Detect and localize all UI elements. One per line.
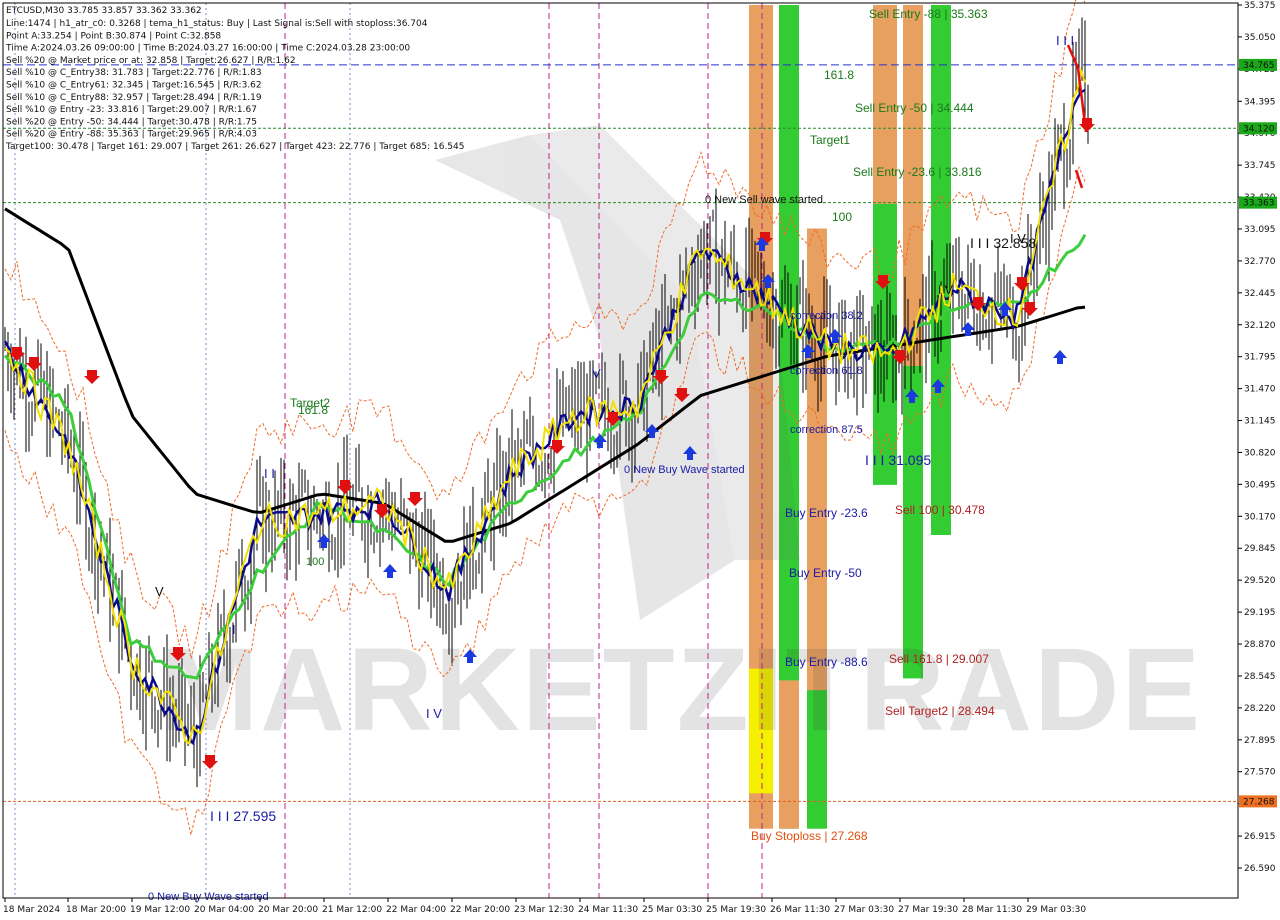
info-line: Sell %10 @ C_Entry88: 32.957 | Target:28… [6,93,262,103]
time-tick-label: 20 Mar 04:00 [194,905,254,915]
info-line: Sell %10 @ C_Entry61: 32.345 | Target:16… [6,81,262,91]
zone-bar [931,5,951,535]
info-line: Line:1474 | h1_atr_c0: 0.3268 | tema_h1_… [6,19,428,29]
price-tag-label: 27.268 [1243,797,1275,807]
level-label: Sell Entry -23.6 | 33.816 [853,165,982,179]
watermark-text: MARKETZITRADE [160,624,1202,756]
chart-root: MARKETZITRADE Sell Entry -88 | 35.363 161… [0,0,1280,920]
price-tick-label: 34.395 [1244,97,1276,107]
level-label: I V [426,706,442,721]
level-label: Sell Entry -50 | 34.444 [855,101,974,115]
level-label: I I I 31.095 [865,452,931,468]
level-label: correction 61.8 [790,365,863,377]
time-tick-label: 19 Mar 12:00 [130,905,190,915]
level-label: 100 [306,556,324,568]
level-label: Sell Entry -88 | 35.363 [869,7,988,21]
price-tick-label: 29.520 [1244,576,1276,586]
time-tick-label: 26 Mar 11:30 [770,905,830,915]
time-tick-label: 18 Mar 2024 [3,905,60,915]
info-line: Sell %20 @ Entry -50: 34.444 | Target:30… [6,117,257,127]
level-label: Buy Entry -23.6 [785,506,868,520]
info-line: Point A:33.254 | Point B:30.874 | Point … [6,31,221,41]
info-line: Sell %10 @ C_Entry38: 31.783 | Target:22… [6,68,262,78]
level-label: I I I [1056,33,1074,48]
price-tick-label: 32.120 [1244,321,1276,331]
level-label: 100 [832,210,852,224]
level-label: 0 New Buy Wave started [148,891,269,903]
price-tick-label: 26.915 [1244,832,1276,842]
time-tick-label: 27 Mar 19:30 [898,905,958,915]
info-line: Time A:2024.03.26 09:00:00 | Time B:2024… [5,44,410,54]
level-label: Sell 100 | 30.478 [895,503,985,517]
level-label: correction 87.5 [790,424,863,436]
level-label: I V [1010,231,1026,246]
price-tag-label: 34.765 [1243,61,1275,71]
price-tick-label: 27.895 [1244,736,1276,746]
price-tick-label: 32.770 [1244,257,1276,267]
level-label: Sell Target2 | 28.494 [885,704,995,718]
price-tick-label: 26.590 [1244,864,1276,874]
price-tag-label: 34.120 [1243,124,1275,134]
level-label: 0 New Buy Wave started [624,464,745,476]
level-label: 161.8 [824,68,854,82]
level-label: V [155,584,164,599]
price-tag-label: 33.363 [1243,199,1275,209]
level-label: Buy Entry -88.6 [785,655,868,669]
info-line: Sell %20 @ Entry -88: 35.363 | Target:29… [6,130,257,140]
price-tick-label: 33.745 [1244,161,1276,171]
price-tick-label: 31.145 [1244,417,1276,427]
time-tick-label: 23 Mar 12:30 [514,905,574,915]
level-label: I V [938,283,953,297]
time-tick-label: 24 Mar 11:30 [578,905,638,915]
time-tick-label: 22 Mar 04:00 [386,905,446,915]
time-tick-label: 21 Mar 12:00 [322,905,382,915]
price-tick-label: 35.375 [1244,1,1276,11]
price-tick-label: 31.795 [1244,353,1276,363]
level-label: Target1 [810,133,850,147]
price-tick-label: 27.570 [1244,768,1276,778]
price-tick-label: 31.470 [1244,385,1276,395]
price-tick-label: 29.845 [1244,544,1276,554]
price-tick-label: 30.495 [1244,480,1276,490]
price-chart: MARKETZITRADE Sell Entry -88 | 35.363 161… [0,0,1280,920]
level-label: correction 38.2 [790,310,863,322]
level-label: 161.8 [298,403,328,417]
level-label: Sell 161.8 | 29.007 [889,652,989,666]
time-tick-label: 29 Mar 03:30 [1026,905,1086,915]
price-tick-label: 35.050 [1244,33,1276,43]
price-tick-label: 29.195 [1244,608,1276,618]
info-line: Target100: 30.478 | Target 161: 29.007 |… [5,142,465,152]
price-tick-label: 28.220 [1244,704,1276,714]
time-tick-label: 25 Mar 03:30 [642,905,702,915]
price-tick-label: 33.095 [1244,225,1276,235]
price-tick-label: 28.545 [1244,672,1276,682]
level-label: Buy Entry -50 [789,566,862,580]
time-tick-label: 25 Mar 19:30 [706,905,766,915]
price-tick-label: 30.170 [1244,512,1276,522]
level-label: 0 New Sell wave started [705,194,823,206]
level-label: I I I 27.595 [210,808,276,824]
time-tick-label: 20 Mar 20:00 [258,905,318,915]
level-label: I [232,622,236,637]
time-tick-label: 22 Mar 20:00 [450,905,510,915]
info-line: Sell %20 @ Market price or at: 32.858 | … [6,56,296,66]
symbol-line: ETCUSD,M30 33.785 33.857 33.362 33.362 [6,6,202,16]
level-label: I I I 32.858 [970,235,1036,251]
time-tick-label: 28 Mar 11:30 [962,905,1022,915]
level-label: Buy Stoploss | 27.268 [751,829,868,843]
time-tick-label: 27 Mar 03:30 [834,905,894,915]
price-tick-label: 32.445 [1244,289,1276,299]
time-tick-label: 18 Mar 20:00 [66,905,126,915]
info-line: Sell %10 @ Entry -23: 33.816 | Target:29… [6,105,257,115]
price-tick-label: 28.870 [1244,640,1276,650]
level-label: I I [264,466,275,481]
price-tick-label: 30.820 [1244,448,1276,458]
level-label: V [592,366,601,381]
